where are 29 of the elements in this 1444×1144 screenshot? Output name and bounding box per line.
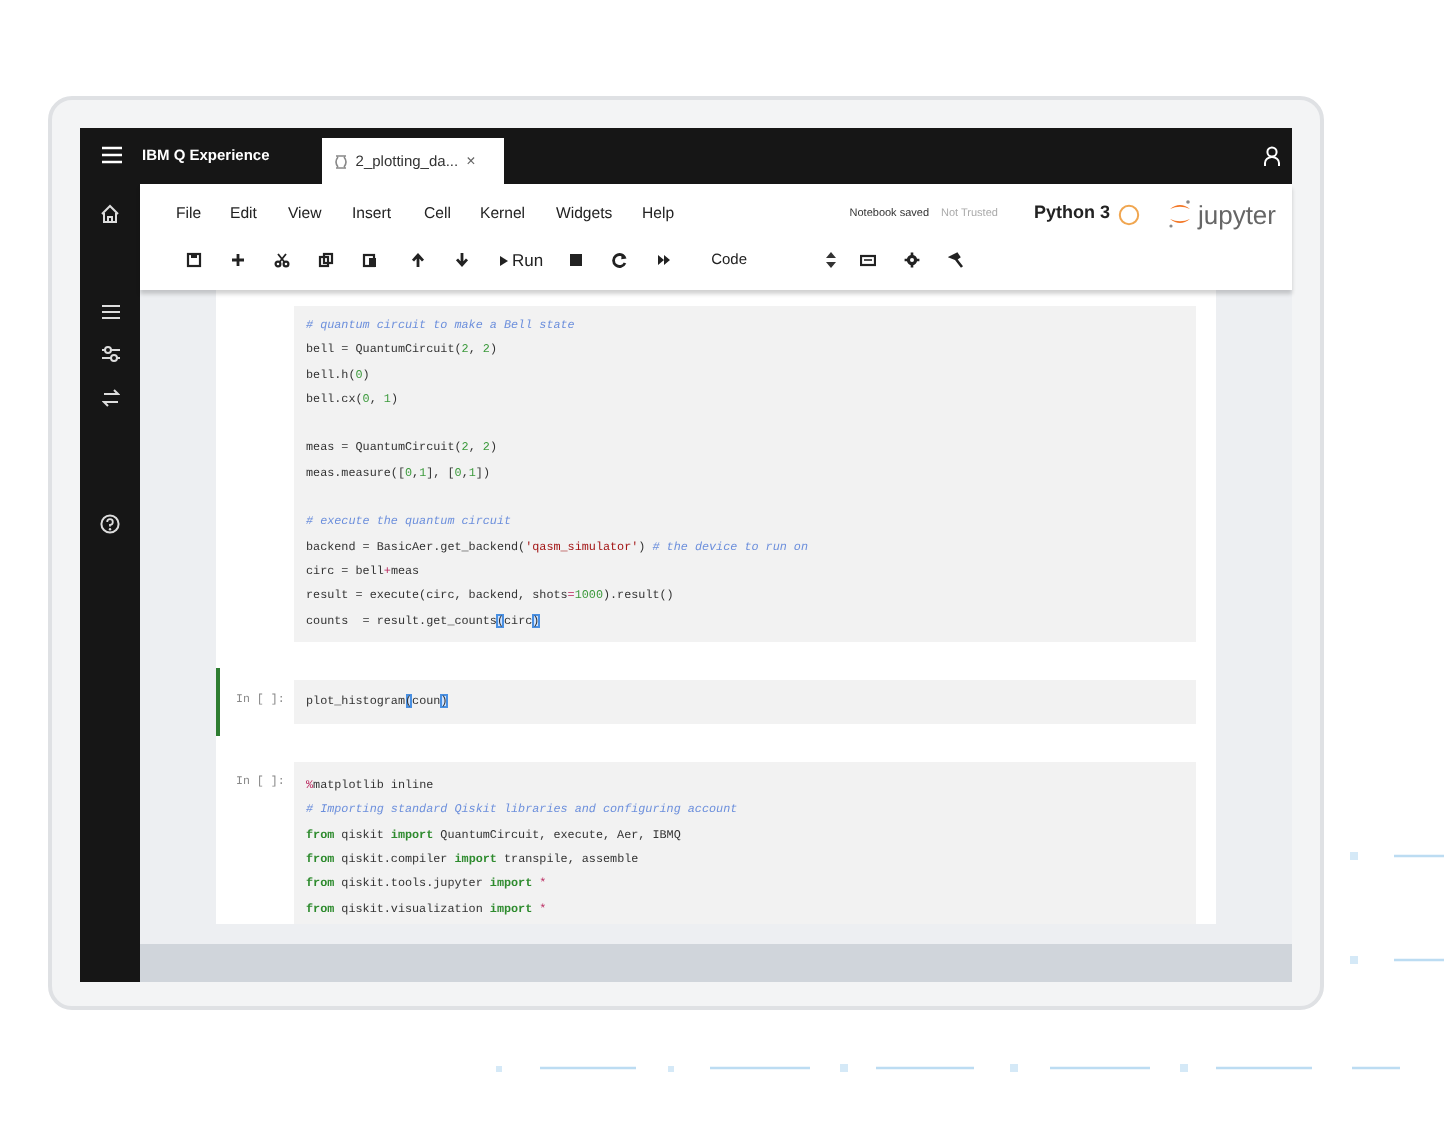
sort-caret-icon (825, 252, 836, 268)
run-button[interactable]: Run (496, 247, 548, 273)
arrow-down-icon (453, 252, 469, 268)
arrow-up-icon (409, 252, 425, 268)
hammer-icon (948, 252, 965, 268)
menu-icon[interactable] (102, 146, 122, 164)
jupyter-logo-icon (1167, 198, 1192, 230)
help-icon[interactable] (100, 514, 120, 534)
list-icon[interactable] (101, 304, 119, 320)
play-icon (500, 255, 508, 265)
sliders-icon[interactable] (101, 344, 119, 364)
save-icon (185, 252, 201, 268)
restart-icon (612, 252, 629, 268)
home-icon[interactable] (100, 204, 120, 224)
kernel-name: Python 3 (1033, 200, 1110, 227)
stop-icon (568, 252, 585, 268)
dashed-line-drawing (1350, 852, 1444, 964)
paste-icon (361, 252, 377, 268)
copy-icon (317, 252, 333, 268)
settings-icon (904, 252, 921, 268)
cut-icon (273, 252, 289, 268)
fast-forward-icon (656, 252, 673, 268)
keyboard-icon (860, 252, 877, 268)
user-icon[interactable] (1264, 146, 1280, 166)
add-icon (229, 252, 245, 268)
notebook-icon (333, 153, 348, 169)
swap-icon[interactable] (101, 388, 119, 408)
jupyter-wordmark: jupyter (1197, 201, 1276, 227)
close-button[interactable]: × (466, 149, 476, 173)
